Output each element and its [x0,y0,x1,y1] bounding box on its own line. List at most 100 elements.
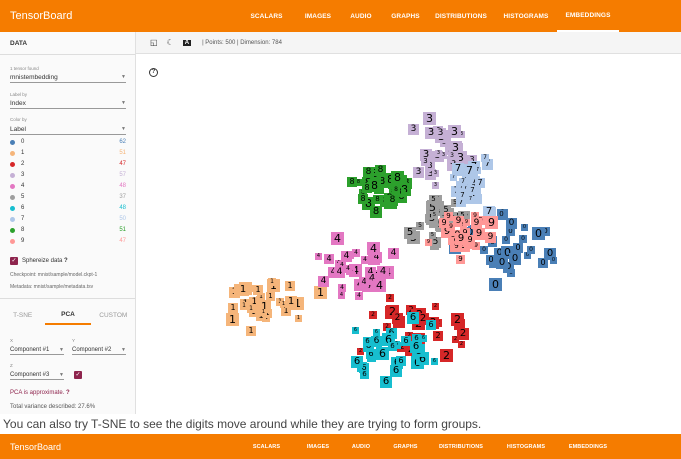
digit-point[interactable]: 4 [344,265,352,273]
digit-point[interactable]: 9 [465,235,475,245]
digit-point[interactable]: 9 [425,239,432,246]
digit-point[interactable]: 1 [228,303,238,313]
tab-audio[interactable]: AUDIO [338,0,384,32]
digit-point[interactable]: 2 [369,311,377,319]
digit-point[interactable]: 0 [486,255,496,265]
z-component-select[interactable]: Component #3 ▼ [10,370,64,380]
digit-point[interactable]: 3 [432,170,439,177]
digit-point[interactable]: 8 [363,167,374,178]
digit-point[interactable]: 1 [237,284,249,296]
tab-distributions[interactable]: DISTRIBUTIONS [427,434,495,459]
digit-point[interactable]: 1 [295,315,302,322]
digit-point[interactable]: 9 [485,232,496,243]
digit-point[interactable]: 6 [371,336,382,347]
digit-point[interactable]: 0 [519,235,527,243]
digit-point[interactable]: 1 [246,326,256,336]
digit-point[interactable]: 3 [423,112,436,125]
x-component-select[interactable]: Component #1 ▼ [10,345,64,355]
digit-point[interactable]: 4 [373,279,386,292]
digit-point[interactable]: 3 [408,124,419,135]
digit-point[interactable]: 6 [380,376,392,388]
digit-point[interactable]: 1 [253,285,263,295]
label-mode-icon[interactable]: A [182,39,192,46]
digit-point[interactable]: 9 [456,255,465,264]
help-icon[interactable]: ? [149,68,158,77]
digit-point[interactable]: 8 [370,206,382,218]
digit-point[interactable]: 1 [247,305,255,313]
digit-point[interactable]: 2 [386,294,394,302]
digit-point[interactable]: 7 [481,154,489,162]
digit-point[interactable]: 2 [451,313,464,326]
digit-point[interactable]: 7 [450,174,457,181]
digit-point[interactable]: 3 [413,167,424,178]
digit-point[interactable]: 2 [433,331,443,341]
digit-point[interactable]: 8 [362,183,372,193]
digit-point[interactable]: 9 [485,216,498,229]
digit-point[interactable]: 6 [390,365,402,377]
tab-audio[interactable]: AUDIO [338,434,384,459]
digit-point[interactable]: 6 [360,370,369,379]
digit-point[interactable]: 0 [489,278,502,291]
tab-scalars[interactable]: SCALARS [235,434,298,459]
digit-point[interactable]: 0 [480,246,488,254]
digit-point[interactable]: 7 [467,196,474,203]
tab-scalars[interactable]: SCALARS [235,0,298,32]
z-component-checkbox[interactable]: ✓ [74,371,82,379]
help-icon[interactable]: ? [66,390,70,396]
embedding-canvas[interactable]: ? 00000000000000000000000000000000111111… [136,55,681,414]
digit-point[interactable]: 0 [502,236,510,244]
tensor-select[interactable]: mnistembedding ▼ [10,72,126,83]
digit-point[interactable]: 5 [429,232,436,239]
digit-point[interactable]: 0 [513,243,523,253]
digit-point[interactable]: 1 [314,286,327,299]
digit-point[interactable]: 6 [426,320,436,330]
tab-histograms[interactable]: HISTOGRAMS [495,434,557,459]
digit-point[interactable]: 4 [355,292,363,300]
digit-point[interactable]: 0 [527,246,535,254]
digit-point[interactable]: 2 [432,303,439,310]
digit-point[interactable]: 3 [440,152,447,159]
digit-point[interactable]: 5 [429,195,438,204]
digit-point[interactable]: 1 [268,278,276,286]
digit-point[interactable]: 2 [392,313,403,324]
digit-point[interactable]: 0 [521,224,528,231]
tab-distributions[interactable]: DISTRIBUTIONS [427,0,495,32]
digit-point[interactable]: 4 [377,266,389,278]
digit-point[interactable]: 6 [351,356,363,368]
digit-point[interactable]: 4 [315,253,322,260]
digit-point[interactable]: 6 [407,312,419,324]
digit-point[interactable]: 9 [439,218,449,228]
digit-point[interactable]: 9 [471,218,482,229]
digit-point[interactable]: 6 [373,329,380,336]
digit-point[interactable]: 1 [226,313,239,326]
digit-point[interactable]: 0 [550,257,557,264]
tab-pca[interactable]: PCA [45,305,91,325]
digit-point[interactable]: 4 [367,242,380,255]
digit-point[interactable]: 3 [448,125,461,138]
digit-point[interactable]: 1 [266,292,275,301]
tab-embeddings[interactable]: EMBEDDINGS [557,0,619,32]
digit-point[interactable]: 4 [352,249,360,257]
digit-point[interactable]: 4 [318,276,329,287]
tab-embeddings[interactable]: EMBEDDINGS [557,434,619,459]
digit-point[interactable]: 3 [432,182,439,189]
digit-point[interactable]: 2 [440,349,453,362]
digit-point[interactable]: 4 [338,292,345,299]
y-component-select[interactable]: Component #2 ▼ [72,345,126,355]
help-icon[interactable]: ? [64,258,68,264]
digit-point[interactable]: 0 [496,257,508,269]
digit-point[interactable]: 7 [458,191,467,200]
digit-point[interactable]: 8 [391,171,404,184]
digit-point[interactable]: 1 [285,281,295,291]
night-mode-icon[interactable]: ☾ [167,38,174,47]
digit-point[interactable]: 7 [463,164,476,177]
digit-point[interactable]: 9 [463,219,470,226]
digit-point[interactable]: 2 [458,341,465,348]
tab-graphs[interactable]: GRAPHS [384,0,427,32]
digit-point[interactable]: 5 [404,227,416,239]
digit-point[interactable]: 6 [410,341,422,353]
digit-point[interactable]: 4 [388,248,399,259]
digit-point[interactable]: 1 [260,309,267,316]
tab-images[interactable]: IMAGES [298,0,338,32]
digit-point[interactable]: 3 [421,157,430,166]
